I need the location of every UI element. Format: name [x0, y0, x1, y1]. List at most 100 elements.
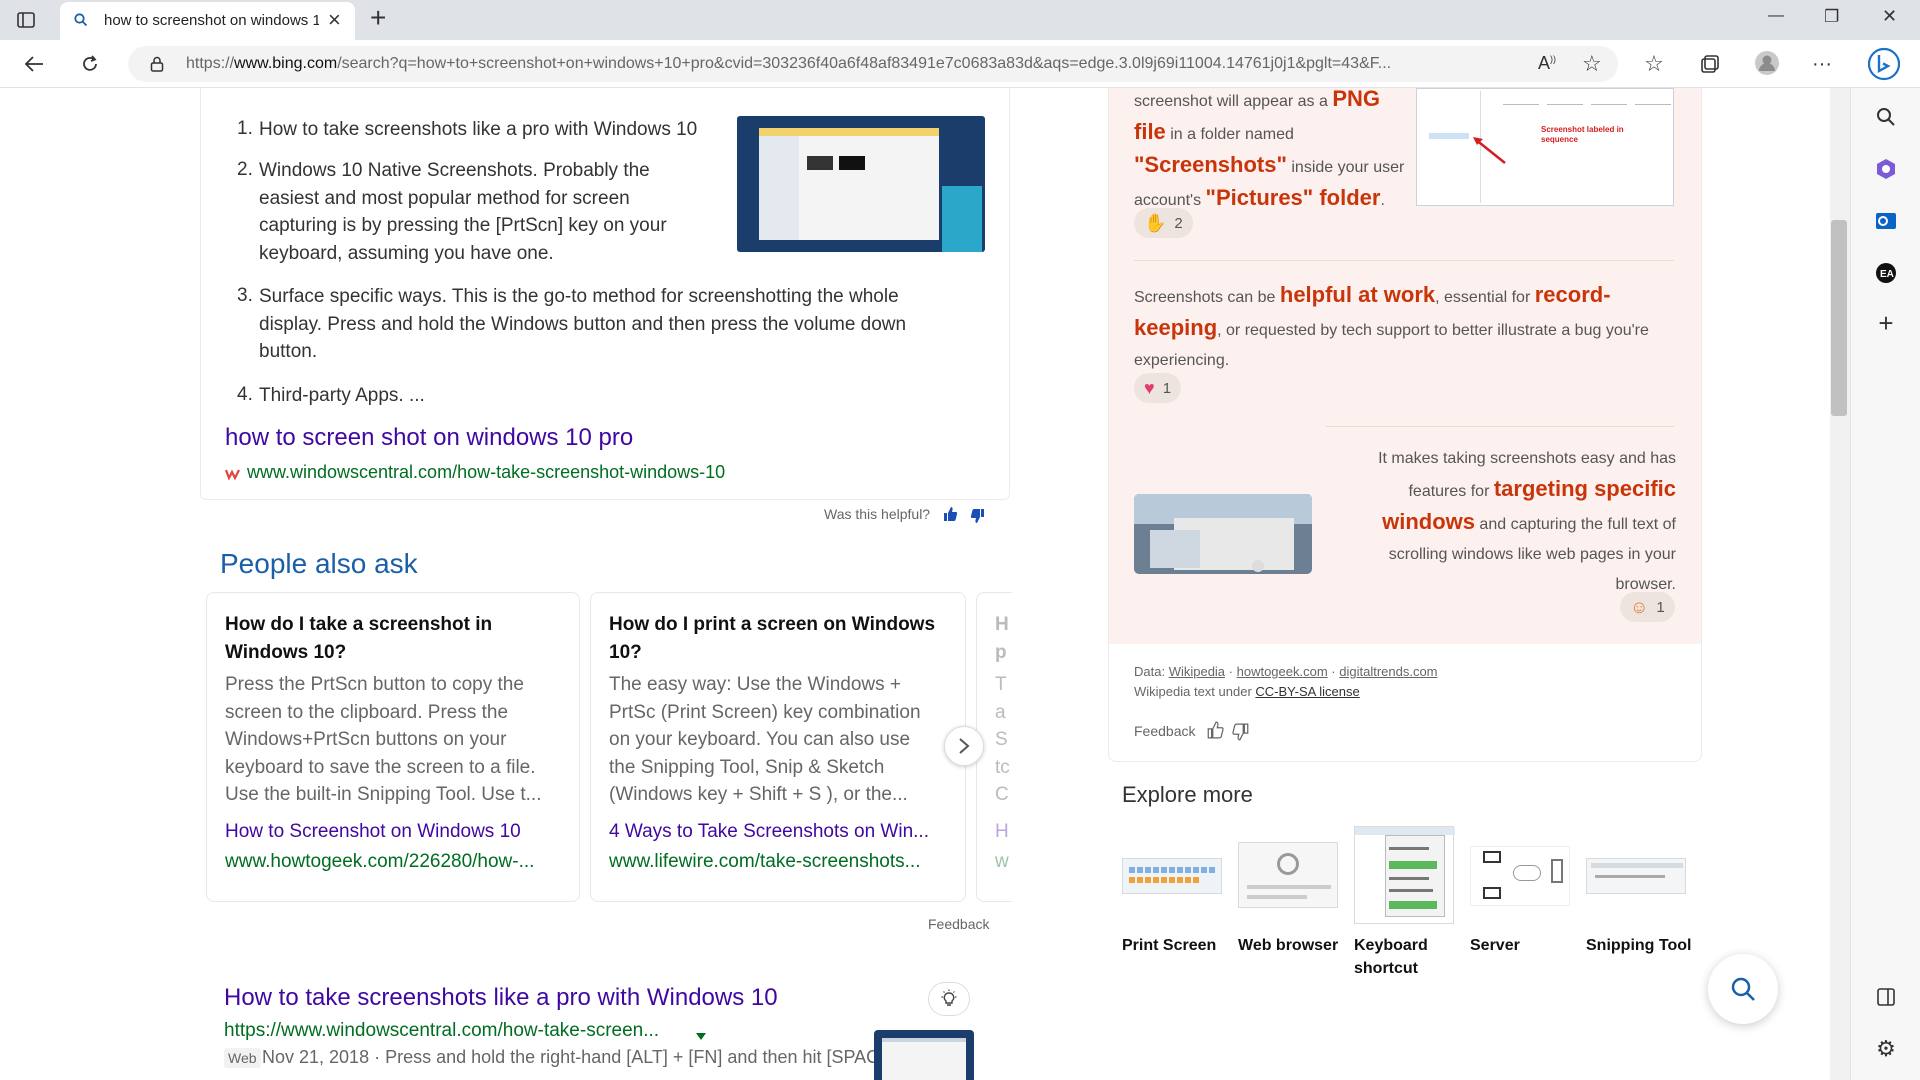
sidebar-games-icon[interactable]: EA: [1873, 260, 1899, 286]
lightbulb-button[interactable]: [928, 982, 970, 1016]
list-line: Windows 10 Native Screenshots. Probably …: [259, 160, 650, 181]
profile-avatar-icon[interactable]: [1752, 48, 1782, 78]
list-line: easiest and most popular method for scre…: [259, 187, 630, 209]
paa-card[interactable]: How do I print a screen on Windows 10? T…: [590, 592, 966, 902]
explore-thumb-server[interactable]: [1470, 846, 1570, 906]
source-link-wikipedia[interactable]: Wikipedia: [1169, 664, 1225, 679]
paa-next-button[interactable]: [944, 726, 984, 766]
tab-close-button[interactable]: ×: [328, 7, 341, 33]
result-thumbnail[interactable]: [874, 1030, 974, 1080]
sidebar-search-icon[interactable]: [1873, 104, 1899, 130]
answer-source-title-link[interactable]: how to screen shot on windows 10 pro: [225, 424, 633, 452]
url-text: https://www.bing.com/search?q=how+to+scr…: [186, 55, 1476, 73]
paa-card[interactable]: How do I take a screenshot in Windows 10…: [206, 592, 580, 902]
fact-highlight: file: [1134, 119, 1166, 144]
explore-label[interactable]: Web browser: [1238, 934, 1338, 957]
paa-url[interactable]: www.howtogeek.com/226280/how-...: [225, 851, 534, 873]
explore-label[interactable]: Snipping Tool: [1586, 934, 1691, 957]
paa-feedback-link[interactable]: Feedback: [928, 916, 989, 932]
tab-bar: how to screenshot on windows 1 × + — ❐ ✕: [0, 0, 1920, 40]
lightbulb-icon: [941, 989, 957, 1006]
list-item: How to take screenshots like a pro with …: [259, 119, 698, 140]
url-field[interactable]: https://www.bing.com/search?q=how+to+scr…: [128, 46, 1618, 82]
answer-thumbnail[interactable]: [737, 116, 985, 252]
explore-thumb-snipping-tool[interactable]: [1586, 858, 1686, 894]
explore-label[interactable]: Keyboard shortcut: [1354, 934, 1454, 980]
minimize-button[interactable]: —: [1768, 7, 1784, 25]
collections-icon[interactable]: [1696, 50, 1724, 78]
restore-button[interactable]: ❐: [1824, 7, 1839, 27]
reaction-heart[interactable]: ♥ 1: [1134, 373, 1182, 403]
favorites-icon[interactable]: ☆: [1640, 50, 1668, 78]
list-line: keyboard, assuming you have one.: [259, 242, 554, 264]
result-url[interactable]: https://www.windowscentral.com/how-take-…: [224, 1020, 659, 1042]
source-link-howtogeek[interactable]: howtogeek.com: [1237, 664, 1328, 679]
fact-text: screenshot will appear as a: [1134, 93, 1333, 110]
back-arrow-icon[interactable]: [20, 50, 48, 78]
lock-icon[interactable]: [150, 56, 164, 77]
close-window-button[interactable]: ✕: [1882, 6, 1897, 27]
list-item: Surface specific ways. This is the go-to…: [259, 283, 906, 366]
fact-image-1[interactable]: Screenshot labeled in sequence: [1416, 88, 1674, 206]
refresh-icon[interactable]: [76, 50, 104, 78]
list-line: display. Press and hold the Windows butt…: [259, 313, 907, 335]
list-line: button.: [259, 341, 318, 362]
explore-label[interactable]: Server: [1470, 934, 1520, 957]
paa-url[interactable]: www.lifewire.com/take-screenshots...: [609, 851, 921, 873]
thumbs-down-icon[interactable]: [970, 508, 986, 529]
paa-answer-line: tc: [995, 756, 1010, 778]
panel-thumbs-down-icon[interactable]: [1232, 723, 1250, 746]
tab-active[interactable]: how to screenshot on windows 1 ×: [60, 2, 355, 40]
add-favorite-icon[interactable]: ☆: [1582, 51, 1602, 77]
reaction-flushed[interactable]: ☺ 1: [1620, 592, 1675, 622]
fact-image-3[interactable]: [1134, 494, 1312, 574]
paa-heading: People also ask: [220, 548, 418, 579]
paa-question: H p: [995, 611, 1009, 667]
paa-answer: The easy way: Use the Windows + PrtSc (P…: [609, 671, 921, 809]
more-options-icon[interactable]: ···: [1808, 50, 1836, 78]
paa-link[interactable]: H: [995, 821, 1009, 843]
caret-down-icon[interactable]: [696, 1028, 706, 1046]
search-icon: [1731, 977, 1755, 1001]
answer-source-url[interactable]: www.windowscentral.com/how-take-screensh…: [247, 462, 725, 483]
new-tab-button[interactable]: +: [370, 2, 386, 34]
bing-copilot-icon[interactable]: [1866, 46, 1902, 82]
sidebar-outlook-icon[interactable]: [1873, 208, 1899, 234]
data-sources: Data: Wikipedia · howtogeek.com · digita…: [1134, 664, 1438, 679]
scrollbar-thumb[interactable]: [1831, 220, 1847, 416]
sidebar-panel-icon[interactable]: [1873, 984, 1899, 1010]
fact-text: browser.: [1615, 576, 1676, 593]
result-title-link[interactable]: How to take screenshots like a pro with …: [224, 984, 778, 1012]
explore-thumb-keyboard-shortcut[interactable]: [1354, 826, 1455, 924]
explore-thumb-web-browser[interactable]: [1238, 842, 1338, 908]
list-number: 1.: [237, 118, 253, 139]
panel-thumbs-up-icon[interactable]: [1206, 721, 1224, 744]
paa-url[interactable]: w: [995, 851, 1009, 873]
paa-question: How do I take a screenshot in Windows 10…: [225, 611, 492, 667]
thumbs-up-icon[interactable]: [942, 506, 958, 527]
paa-answer-line: PrtSc (Print Screen) key combination: [609, 701, 921, 723]
fact-block-3: It makes taking screenshots easy and has…: [1324, 444, 1676, 600]
tab-actions-icon[interactable]: [14, 8, 38, 32]
reaction-thumbs-up[interactable]: ✋ 2: [1134, 208, 1193, 238]
fact-text: scrolling windows like web pages in your: [1388, 546, 1676, 563]
paa-link[interactable]: 4 Ways to Take Screenshots on Win...: [609, 821, 929, 843]
fact-highlight: windows: [1382, 509, 1475, 534]
paa-link[interactable]: How to Screenshot on Windows 10: [225, 821, 521, 843]
sidebar-discover-icon[interactable]: [1873, 156, 1899, 182]
paa-answer-line: Press the PrtScn button to copy the: [225, 674, 524, 695]
fact-text: features for: [1408, 483, 1494, 500]
panel-feedback-link[interactable]: Feedback: [1134, 723, 1195, 739]
list-number: 3.: [237, 285, 253, 306]
fact-text: inside your user: [1286, 159, 1405, 176]
license-link[interactable]: CC-BY-SA license: [1255, 684, 1359, 699]
source-link-digitaltrends[interactable]: digitaltrends.com: [1339, 664, 1437, 679]
read-aloud-icon[interactable]: A)): [1538, 53, 1556, 74]
sidebar-settings-icon[interactable]: ⚙: [1873, 1036, 1899, 1062]
sidebar-add-icon[interactable]: +: [1873, 308, 1899, 338]
explore-label[interactable]: Print Screen: [1122, 934, 1216, 957]
list-line: Surface specific ways. This is the go-to…: [259, 286, 899, 307]
floating-search-button[interactable]: [1708, 954, 1778, 1024]
explore-thumb-print-screen[interactable]: [1122, 858, 1222, 894]
source-separator: ·: [1225, 664, 1237, 679]
